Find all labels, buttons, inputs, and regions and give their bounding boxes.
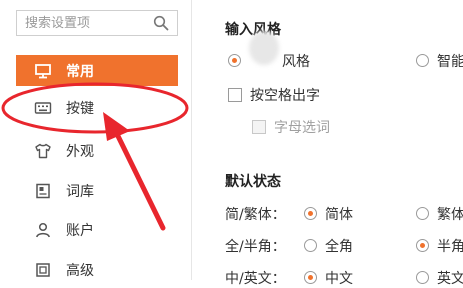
keyboard-icon [34, 99, 52, 117]
settings-main-panel: 输入风格 风格 智能 按空格出字 字母选词 默认状态 简/繁体： 简体 繁体 全… [192, 0, 463, 287]
monitor-icon [34, 62, 52, 80]
settings-search-box[interactable] [16, 10, 178, 36]
chinese-label: 中文 [325, 271, 353, 287]
letter-select-label: 字母选词 [274, 120, 330, 136]
sidebar-item-general[interactable]: 常用 [16, 55, 178, 86]
settings-sidebar: 常用 按键 外观 词库 [0, 0, 192, 280]
sidebar-item-label: 高级 [66, 262, 94, 279]
english-radio[interactable] [416, 271, 429, 284]
user-icon [34, 221, 52, 239]
settings-search-input[interactable] [17, 11, 155, 35]
fullwidth-radio[interactable] [304, 239, 317, 252]
simplified-label: 简体 [325, 207, 353, 223]
search-icon[interactable] [153, 15, 169, 31]
sidebar-item-label: 常用 [66, 63, 94, 80]
sidebar-item-label: 词库 [66, 183, 94, 200]
input-style-option2-radio[interactable] [416, 54, 429, 67]
sidebar-item-label: 按键 [66, 100, 94, 117]
chinese-radio[interactable] [304, 271, 317, 284]
input-style-option1-radio[interactable] [228, 54, 241, 67]
language-row-label: 中/英文： [225, 271, 286, 287]
traditional-label: 繁体 [437, 207, 463, 223]
advanced-icon [34, 261, 52, 279]
space-commit-checkbox[interactable] [228, 88, 242, 102]
book-icon [34, 182, 52, 200]
english-label: 英文 [437, 271, 463, 287]
traditional-radio[interactable] [416, 207, 429, 220]
simplified-radio[interactable] [304, 207, 317, 220]
input-style-option1-label: 风格 [282, 54, 310, 70]
input-style-option2-label: 智能 [437, 54, 463, 70]
width-row-label: 全/半角： [225, 239, 286, 255]
space-commit-label: 按空格出字 [250, 88, 320, 104]
fullwidth-label: 全角 [325, 239, 353, 255]
sidebar-item-lexicon[interactable]: 词库 [16, 175, 178, 206]
charset-row-label: 简/繁体： [225, 207, 286, 223]
halfwidth-radio[interactable] [416, 239, 429, 252]
letter-select-checkbox[interactable] [252, 120, 266, 134]
sidebar-item-label: 外观 [66, 143, 94, 160]
sidebar-item-account[interactable]: 账户 [16, 214, 178, 245]
sidebar-item-appearance[interactable]: 外观 [16, 135, 178, 166]
sidebar-item-advanced[interactable]: 高级 [16, 254, 178, 285]
blurred-redaction [249, 31, 279, 65]
shirt-icon [34, 142, 52, 160]
halfwidth-label: 半角 [437, 239, 463, 255]
sidebar-item-label: 账户 [66, 222, 94, 239]
sidebar-item-keys[interactable]: 按键 [16, 92, 178, 123]
default-state-title: 默认状态 [225, 174, 281, 190]
